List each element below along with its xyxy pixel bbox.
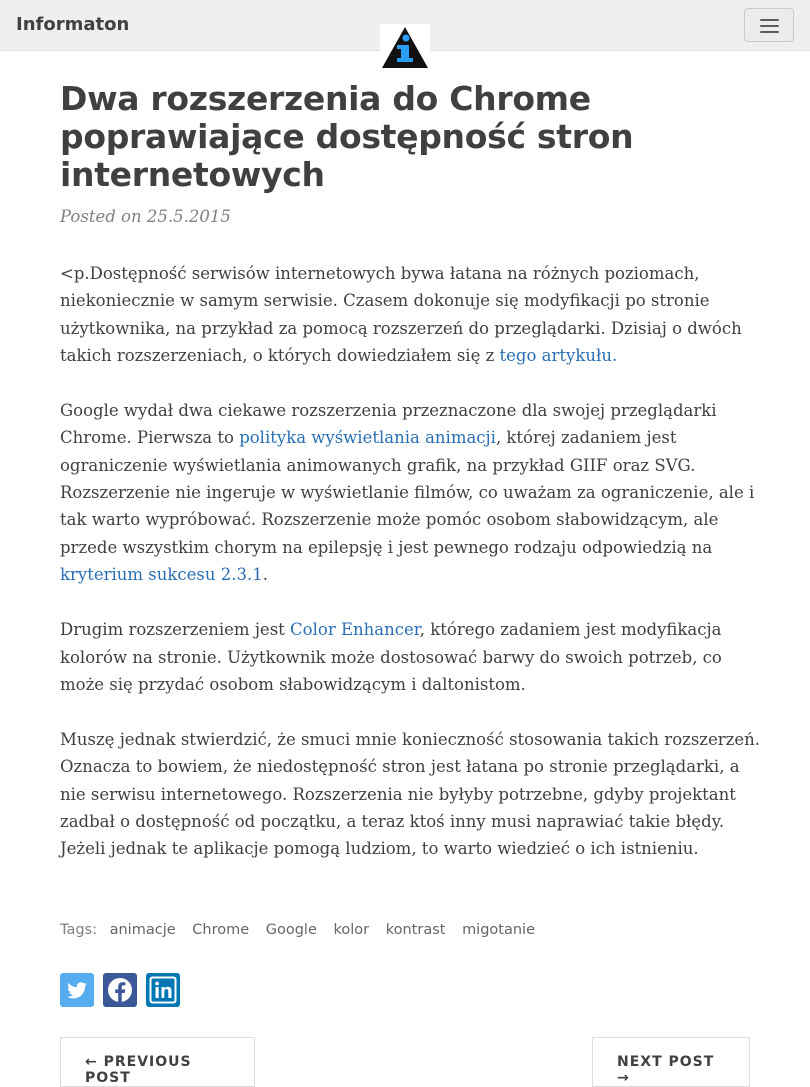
info-triangle-icon <box>382 27 428 68</box>
menu-toggle-button[interactable] <box>744 8 794 42</box>
share-buttons <box>60 973 184 1007</box>
twitter-icon <box>60 973 94 1007</box>
tag-link[interactable]: animacje <box>110 922 176 938</box>
paragraph-text: Muszę jednak stwierdzić, że smuci mnie k… <box>60 730 760 859</box>
tag-link[interactable]: migotanie <box>462 922 535 938</box>
post-date: Posted on 25.5.2015 <box>60 207 231 226</box>
hamburger-bar <box>760 25 779 27</box>
linkedin-share-button[interactable] <box>146 973 181 1007</box>
paragraph-text: <p.Dostępność serwisów internetowych byw… <box>60 264 742 365</box>
animation-policy-link[interactable]: polityka wyświetlania animacji <box>239 428 496 447</box>
paragraph: Drugim rozszerzeniem jest Color Enhancer… <box>60 616 760 698</box>
site-logo[interactable] <box>380 24 430 70</box>
tag-link[interactable]: Chrome <box>192 922 249 938</box>
paragraph: <p.Dostępność serwisów internetowych byw… <box>60 260 760 369</box>
tag-link[interactable]: kontrast <box>386 922 446 938</box>
paragraph-text: . <box>262 564 268 584</box>
tags-row: Tags: animacje Chrome Google kolor kontr… <box>60 922 535 938</box>
paragraph-text: Drugim rozszerzeniem jest <box>60 620 291 640</box>
paragraph: Google wydał dwa ciekawe rozszerzenia pr… <box>60 397 760 588</box>
article-link[interactable]: tego artykułu. <box>500 346 618 365</box>
facebook-share-button[interactable] <box>103 973 138 1007</box>
brand-link[interactable]: Informaton <box>16 14 129 35</box>
color-enhancer-link[interactable]: Color Enhancer <box>290 620 420 639</box>
hamburger-bar <box>760 19 779 21</box>
facebook-icon <box>103 973 138 1007</box>
success-criterion-link[interactable]: kryterium sukcesu 2.3.1 <box>60 565 263 584</box>
tag-link[interactable]: kolor <box>334 922 370 938</box>
twitter-share-button[interactable] <box>60 973 94 1007</box>
paragraph-text: , której zadaniem jest ograniczenie wyśw… <box>60 428 755 557</box>
post-body: <p.Dostępność serwisów internetowych byw… <box>60 260 760 891</box>
paragraph: Muszę jednak stwierdzić, że smuci mnie k… <box>60 726 760 862</box>
tags-label: Tags: <box>60 922 97 938</box>
hamburger-bar <box>760 31 779 33</box>
post-title: Dwa rozszerzenia do Chrome poprawiające … <box>60 79 634 194</box>
linkedin-icon <box>146 973 181 1007</box>
tag-link[interactable]: Google <box>266 922 317 938</box>
